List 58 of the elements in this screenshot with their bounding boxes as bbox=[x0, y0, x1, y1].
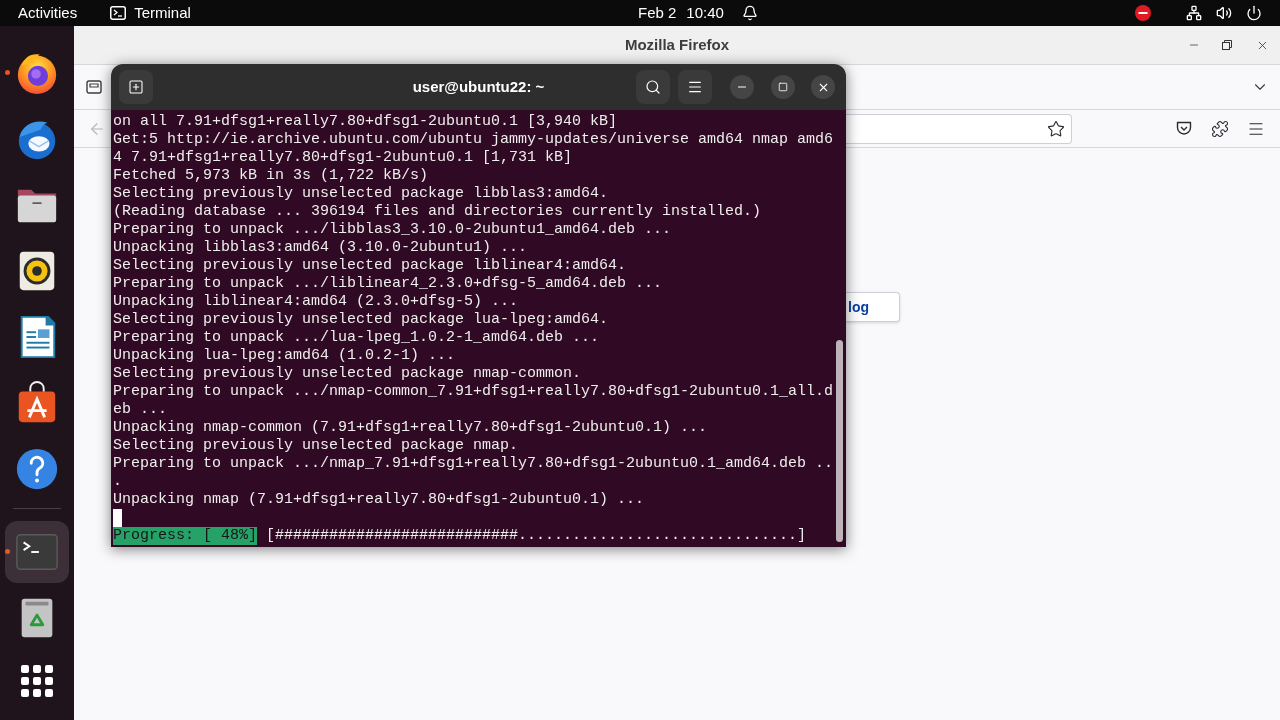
star-icon[interactable] bbox=[1047, 119, 1065, 138]
terminal-line: Selecting previously unselected package liblinear4:amd64. bbox=[113, 257, 627, 275]
help-icon bbox=[14, 446, 60, 492]
network-icon bbox=[1186, 5, 1202, 21]
date-text: Feb 2 bbox=[638, 2, 677, 23]
app-menu-button[interactable]: Terminal bbox=[102, 1, 199, 25]
volume-icon bbox=[1216, 5, 1232, 21]
new-tab-button[interactable] bbox=[119, 70, 153, 104]
scrollbar-thumb[interactable] bbox=[836, 340, 843, 542]
terminal-line: Unpacking nmap-common (7.91+dfsg1+really7.80+dfsg1-2ubuntu0.1) ... bbox=[113, 419, 708, 437]
url-field[interactable] bbox=[846, 113, 1072, 144]
terminal-line: Unpacking nmap (7.91+dfsg1+really7.80+dfsg1-2ubuntu0.1) ... bbox=[113, 491, 645, 509]
terminal-line: Preparing to unpack .../nmap_7.91+dfsg1+really7.80+dfsg1-2ubuntu0.1_amd64.deb .. bbox=[113, 455, 834, 473]
terminal-line: Preparing to unpack .../lua-lpeg_1.0.2-1_amd64.deb ... bbox=[113, 329, 600, 347]
terminal-line: on all 7.91+dfsg1+really7.80+dfsg1-2ubuntu0.1 [3,940 kB] bbox=[113, 113, 618, 131]
activities-button[interactable]: Activities bbox=[10, 1, 86, 25]
tray-box-icon bbox=[86, 79, 102, 95]
minimize-button[interactable] bbox=[730, 75, 754, 99]
terminal-line: eb ... bbox=[113, 401, 167, 419]
terminal-line: Preparing to unpack .../liblinear4_2.3.0+dfsg-5_amd64.deb ... bbox=[113, 275, 663, 293]
terminal-line: Preparing to unpack .../libblas3_3.10.0-2ubuntu1_amd64.deb ... bbox=[113, 221, 672, 239]
terminal-line: 4 7.91+dfsg1+really7.80+dfsg1-2ubuntu0.1 [1,731 kB] bbox=[113, 149, 573, 167]
search-button[interactable] bbox=[636, 70, 670, 104]
terminal-line: Selecting previously unselected package nmap-common. bbox=[113, 365, 582, 383]
maximize-icon bbox=[778, 82, 788, 92]
text-cursor bbox=[113, 509, 122, 527]
terminal-line: Unpacking liblinear4:amd64 (2.3.0+dfsg-5) ... bbox=[113, 293, 519, 311]
minus-circle-icon bbox=[1135, 5, 1151, 21]
terminal-line: Selecting previously unselected package libblas3:amd64. bbox=[113, 185, 609, 203]
terminal-line: Fetched 5,973 kB in 3s (1,722 kB/s) bbox=[113, 167, 429, 185]
bell-icon bbox=[741, 5, 758, 21]
terminal-line: . bbox=[113, 473, 122, 491]
menu-icon bbox=[687, 79, 703, 95]
puzzle-icon bbox=[1211, 119, 1229, 138]
page-link-button[interactable]: log bbox=[846, 292, 900, 322]
terminal-icon bbox=[110, 6, 127, 20]
terminal-line: Unpacking libblas3:amd64 (3.10.0-2ubuntu1) ... bbox=[113, 239, 528, 257]
progress-text: [###########################...............................] bbox=[266, 527, 807, 545]
chevron-pouch-icon bbox=[1176, 121, 1192, 136]
terminal-line: Get:5 http://ie.archive.ubuntu.com/ubuntu jammy-updates/universe amd64 nmap amd6 bbox=[113, 131, 834, 149]
terminal-line: Unpacking lua-lpeg:amd64 (1.0.2-1) ... bbox=[113, 347, 456, 365]
menu-button[interactable] bbox=[678, 70, 712, 104]
time-text: 10:40 bbox=[686, 2, 724, 23]
terminal-line: (Reading database ... 396194 files and directories currently installed.) bbox=[113, 203, 762, 221]
progress-label: Progress: [ 48%] bbox=[113, 527, 258, 545]
close-button[interactable] bbox=[811, 75, 835, 99]
clock-button[interactable]: Feb 2 10:40 bbox=[630, 1, 766, 25]
maximize-button[interactable] bbox=[771, 75, 795, 99]
grid-icon bbox=[21, 665, 53, 697]
terminal-line: Selecting previously unselected package nmap. bbox=[113, 437, 519, 455]
window-title: Mozilla Firefox bbox=[624, 34, 730, 55]
terminal-line: Preparing to unpack .../nmap-common_7.91+dfsg1+really7.80+dfsg1-2ubuntu0.1_all.d bbox=[113, 383, 834, 401]
search-icon bbox=[645, 79, 661, 95]
terminal-line: Selecting previously unselected package lua-lpeg:amd64. bbox=[113, 311, 609, 329]
restore-icon bbox=[1222, 40, 1232, 50]
square-plus-icon bbox=[128, 79, 144, 95]
power-icon bbox=[1246, 5, 1262, 21]
window-title: user@ubuntu22: ~ bbox=[412, 76, 545, 97]
